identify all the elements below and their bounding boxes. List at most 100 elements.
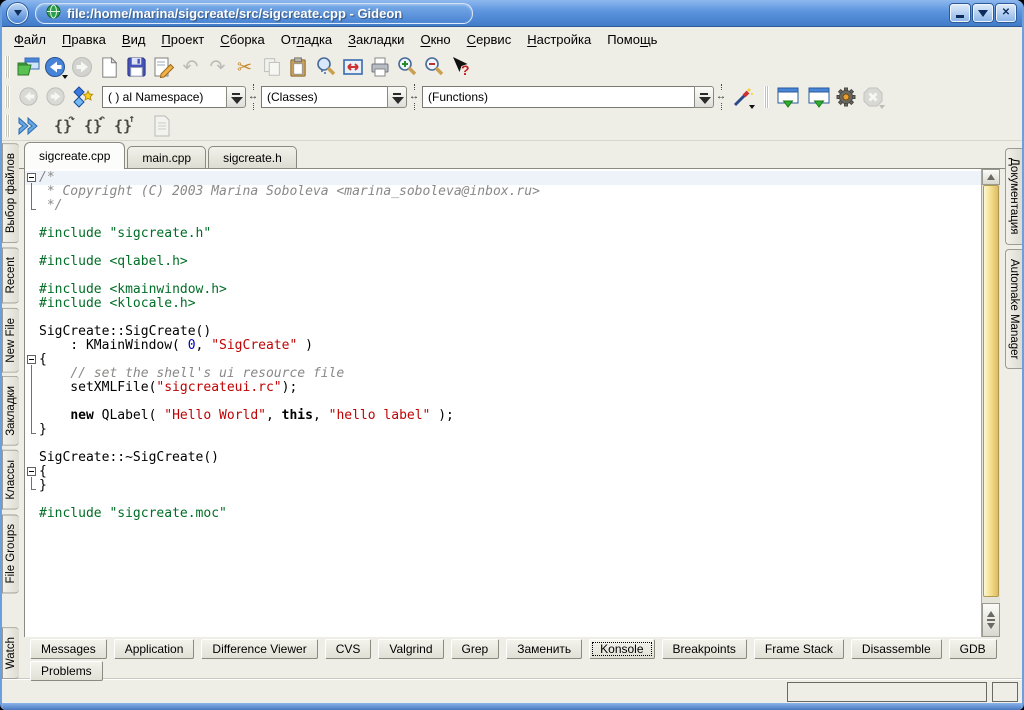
fullscreen-button[interactable] <box>339 54 366 81</box>
code-line[interactable] <box>25 269 981 283</box>
build-gear-button[interactable] <box>832 84 859 111</box>
left-dock-tab-Классы[interactable]: Классы <box>2 450 19 510</box>
new-file-button[interactable] <box>96 54 123 81</box>
maximize-button[interactable] <box>973 4 993 22</box>
code-editor[interactable]: /* * Copyright (C) 2003 Marina Soboleva … <box>25 169 981 637</box>
brace-next-function-button[interactable]: ↷ <box>50 113 76 139</box>
functions-combo-dropdown[interactable] <box>694 86 714 108</box>
menu-Закладки[interactable]: Закладки <box>340 29 412 50</box>
bottom-tab-Konsole[interactable]: Konsole <box>589 639 654 659</box>
bottom-tab-CVS[interactable]: CVS <box>325 639 372 659</box>
code-line[interactable] <box>25 493 981 507</box>
brace-step-out-button[interactable]: ↑ <box>110 113 136 139</box>
scrollbar-thumb[interactable] <box>983 185 999 597</box>
forward-button[interactable] <box>69 54 96 81</box>
document-button[interactable] <box>148 113 175 140</box>
code-line[interactable]: { <box>25 465 981 479</box>
redo-button[interactable]: ↷ <box>204 54 231 81</box>
print-button[interactable] <box>366 54 393 81</box>
bottom-tab-Breakpoints[interactable]: Breakpoints <box>662 639 747 659</box>
bottom-tab-Application[interactable]: Application <box>114 639 195 659</box>
code-line[interactable]: #include "sigcreate.h" <box>25 227 981 241</box>
menu-Окно[interactable]: Окно <box>412 29 458 50</box>
code-line[interactable] <box>25 395 981 409</box>
zoom-out-button[interactable] <box>420 54 447 81</box>
code-line[interactable]: /* <box>25 171 981 185</box>
menu-Файл[interactable]: Файл <box>6 29 54 50</box>
toolbar-handle[interactable] <box>5 86 10 108</box>
back-button[interactable] <box>42 54 69 81</box>
scrollbar-track[interactable] <box>982 185 1000 603</box>
code-line[interactable]: new QLabel( "Hello World", this, "hello … <box>25 409 981 423</box>
copy-button[interactable] <box>258 54 285 81</box>
code-line[interactable] <box>25 241 981 255</box>
toolbar-splitter[interactable] <box>247 84 260 110</box>
dock-window-button[interactable] <box>774 84 801 111</box>
left-dock-tab-New File[interactable]: New File <box>2 308 19 373</box>
code-line[interactable]: #include <klocale.h> <box>25 297 981 311</box>
zoom-in-button[interactable] <box>393 54 420 81</box>
scroll-buttons[interactable] <box>982 603 1000 637</box>
menu-Настройка[interactable]: Настройка <box>519 29 599 50</box>
menu-Сборка[interactable]: Сборка <box>212 29 273 50</box>
code-line[interactable]: { <box>25 353 981 367</box>
code-line[interactable]: * Copyright (C) 2003 Marina Soboleva <ma… <box>25 185 981 199</box>
fold-marker[interactable] <box>25 465 39 479</box>
code-line[interactable] <box>25 213 981 227</box>
save-button[interactable] <box>123 54 150 81</box>
close-button[interactable]: ✕ <box>996 4 1016 22</box>
editor-scrollbar[interactable] <box>981 169 1000 637</box>
toolbar-splitter[interactable] <box>408 84 421 110</box>
bottom-tab-GDB[interactable]: GDB <box>949 639 997 659</box>
scroll-up-button[interactable] <box>982 169 1000 185</box>
namespace-combo-dropdown[interactable] <box>226 86 246 108</box>
code-line[interactable] <box>25 311 981 325</box>
right-dock-tab-Документация[interactable]: Документация <box>1005 148 1022 245</box>
brace-prev-function-button[interactable]: ↶ <box>80 113 106 139</box>
code-line[interactable]: #include <qlabel.h> <box>25 255 981 269</box>
fold-collapse-icon[interactable] <box>27 173 36 182</box>
right-dock-tab-Automake Manager[interactable]: Automake Manager <box>1005 249 1022 369</box>
whats-this-button[interactable]: ? <box>447 54 474 81</box>
menu-Проект[interactable]: Проект <box>153 29 212 50</box>
code-line[interactable]: setXMLFile("sigcreateui.rc"); <box>25 381 981 395</box>
functions-combo[interactable]: (Functions) <box>422 86 694 108</box>
left-dock-tab-File Groups[interactable]: File Groups <box>2 514 19 593</box>
tab-main.cpp[interactable]: main.cpp <box>127 146 206 169</box>
toolbar-handle[interactable] <box>5 115 10 137</box>
tab-sigcreate.h[interactable]: sigcreate.h <box>208 146 297 169</box>
open-file-button[interactable] <box>15 54 42 81</box>
bottom-tab-Valgrind[interactable]: Valgrind <box>378 639 443 659</box>
fold-marker[interactable] <box>25 171 39 185</box>
run-continue-button[interactable] <box>15 113 42 140</box>
window-menu-button[interactable] <box>7 3 28 24</box>
code-line[interactable]: */ <box>25 199 981 213</box>
minimize-button[interactable] <box>950 4 970 22</box>
cut-button[interactable]: ✂ <box>231 54 258 81</box>
menu-Сервис[interactable]: Сервис <box>459 29 520 50</box>
titlebar[interactable]: file:/home/marina/sigcreate/src/sigcreat… <box>0 0 1024 27</box>
classes-combo-dropdown[interactable] <box>387 86 407 108</box>
code-line[interactable]: } <box>25 423 981 437</box>
bottom-tab-Frame Stack[interactable]: Frame Stack <box>754 639 844 659</box>
left-dock-tab-Закладки[interactable]: Закладки <box>2 376 19 446</box>
code-line[interactable]: : KMainWindow( 0, "SigCreate" ) <box>25 339 981 353</box>
toolbar-handle[interactable] <box>764 86 769 108</box>
class-wizard-button[interactable] <box>69 84 96 111</box>
bottom-tab-Заменить[interactable]: Заменить <box>506 639 582 659</box>
code-line[interactable]: SigCreate::~SigCreate() <box>25 451 981 465</box>
classes-combo[interactable]: (Classes) <box>261 86 387 108</box>
menu-Отладка[interactable]: Отладка <box>273 29 340 50</box>
stop-button[interactable] <box>859 84 886 111</box>
left-dock-tab-Recent[interactable]: Recent <box>2 247 19 303</box>
tab-sigcreate.cpp[interactable]: sigcreate.cpp <box>24 142 125 169</box>
fold-collapse-icon[interactable] <box>27 467 36 476</box>
code-line[interactable]: #include "sigcreate.moc" <box>25 507 981 521</box>
code-line[interactable] <box>25 437 981 451</box>
code-line[interactable]: #include <kmainwindow.h> <box>25 283 981 297</box>
save-as-button[interactable] <box>150 54 177 81</box>
wand-button[interactable] <box>729 84 756 111</box>
nav-back-button[interactable] <box>15 84 42 111</box>
code-line[interactable]: SigCreate::SigCreate() <box>25 325 981 339</box>
bottom-tab-Difference Viewer[interactable]: Difference Viewer <box>201 639 317 659</box>
